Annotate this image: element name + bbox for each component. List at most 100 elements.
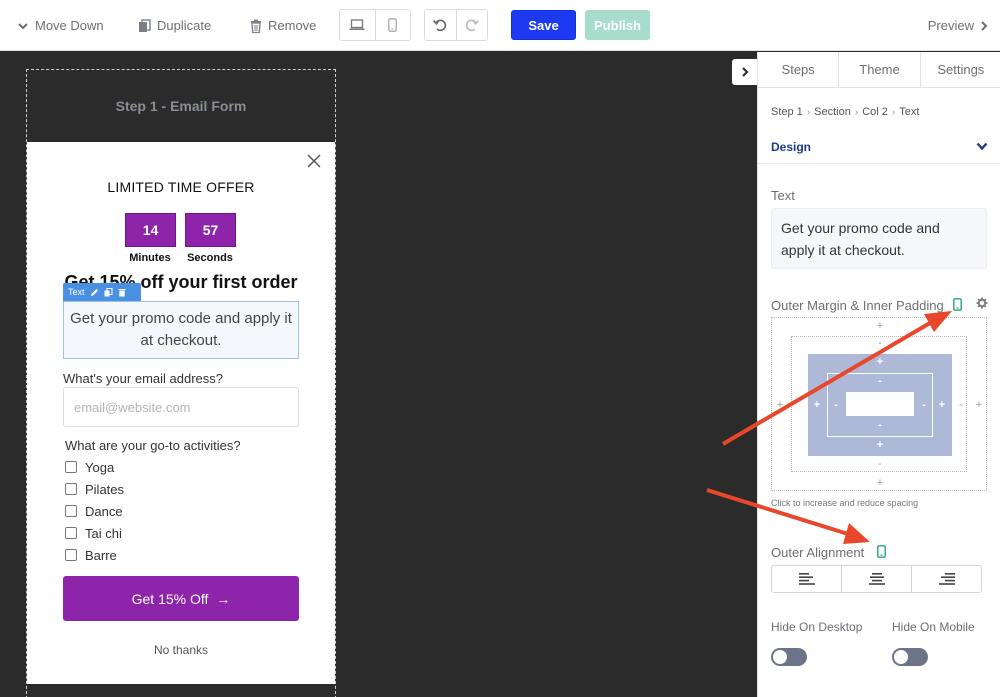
tab-settings[interactable]: Settings xyxy=(919,52,1000,87)
hide-mobile-toggle[interactable] xyxy=(892,648,928,666)
align-center-icon xyxy=(868,573,885,585)
popup-form: LIMITED TIME OFFER 14 57 Minutes Seconds… xyxy=(27,142,335,684)
margin-right-increase[interactable]: + xyxy=(974,400,984,411)
activity-label: Dance xyxy=(85,503,123,519)
move-down-button[interactable]: Move Down xyxy=(17,0,104,51)
padding-left-increase[interactable]: + xyxy=(812,400,822,411)
align-left-button[interactable] xyxy=(772,566,841,592)
timer-minutes: 14 xyxy=(125,213,176,247)
publish-button[interactable]: Publish xyxy=(585,10,650,40)
margin-left-increase[interactable]: + xyxy=(775,400,785,411)
collapse-panel-button[interactable] xyxy=(732,59,758,85)
chevron-right-icon: › xyxy=(891,106,896,118)
activity-option[interactable]: Dance xyxy=(65,503,123,519)
alignment-label: Outer Alignment xyxy=(771,545,865,560)
arrow-right-icon: → xyxy=(216,590,231,607)
gear-icon[interactable] xyxy=(976,297,988,309)
duplicate-button[interactable]: Duplicate xyxy=(138,0,211,51)
trash-icon[interactable] xyxy=(118,288,126,297)
duplicate-icon xyxy=(139,18,151,32)
design-section-toggle[interactable]: Design xyxy=(758,130,1000,164)
pencil-icon[interactable] xyxy=(90,288,99,297)
chevron-down-icon xyxy=(18,22,28,29)
text-element-toolbar: Text xyxy=(63,283,141,301)
breadcrumb: Step 1 › Section › Col 2 › Text xyxy=(771,106,919,118)
cta-label: Get 15% Off xyxy=(131,590,209,607)
padding-bottom-decrease[interactable]: - xyxy=(875,420,885,431)
padding-right-decrease[interactable]: - xyxy=(919,400,929,411)
preview-label: Preview xyxy=(927,18,974,33)
email-label: What's your email address? xyxy=(63,371,223,386)
hide-desktop-toggle[interactable] xyxy=(771,648,807,666)
text-field[interactable]: Get your promo code and apply it at chec… xyxy=(771,208,987,269)
spacing-editor: + - - + + + - + - - + + - - + xyxy=(771,317,987,491)
tab-theme[interactable]: Theme xyxy=(838,52,919,87)
breadcrumb-item[interactable]: Section xyxy=(814,106,851,118)
history-controls xyxy=(424,9,488,41)
top-toolbar: Move Down Duplicate Remove Save Publish … xyxy=(0,0,1000,51)
activity-option[interactable]: Yoga xyxy=(65,459,114,475)
breadcrumb-item[interactable]: Col 2 xyxy=(862,106,888,118)
margin-top-increase[interactable]: + xyxy=(875,321,885,332)
activities-label: What are your go-to activities? xyxy=(65,438,241,453)
activity-label: Tai chi xyxy=(85,525,122,541)
activity-option[interactable]: Pilates xyxy=(65,481,124,497)
margin-right-decrease[interactable]: - xyxy=(956,400,966,411)
close-button[interactable] xyxy=(307,154,321,173)
checkbox[interactable] xyxy=(65,549,77,561)
activity-option[interactable]: Barre xyxy=(65,547,117,563)
margin-top-decrease[interactable]: - xyxy=(875,338,885,349)
offer-title: LIMITED TIME OFFER xyxy=(107,179,255,195)
tab-steps[interactable]: Steps xyxy=(758,52,838,87)
undo-icon xyxy=(433,19,447,32)
remove-button[interactable]: Remove xyxy=(250,0,316,51)
preview-button[interactable]: Preview xyxy=(928,0,988,51)
margin-bottom-increase[interactable]: + xyxy=(875,478,885,489)
phone-icon[interactable] xyxy=(953,298,962,311)
selected-text-block[interactable]: Get your promo code and apply it at chec… xyxy=(63,301,299,359)
copy-icon[interactable] xyxy=(104,287,113,297)
padding-bottom-increase[interactable]: + xyxy=(875,440,885,451)
activity-option[interactable]: Tai chi xyxy=(65,525,122,541)
spacing-hint: Click to increase and reduce spacing xyxy=(771,498,919,508)
checkbox[interactable] xyxy=(65,483,77,495)
minutes-label: Minutes xyxy=(129,252,171,264)
save-button[interactable]: Save xyxy=(511,10,576,40)
mobile-view-button[interactable] xyxy=(374,10,411,40)
checkbox[interactable] xyxy=(65,505,77,517)
settings-panel: Steps Theme Settings Step 1 › Section › … xyxy=(757,52,1000,697)
padding-top-increase[interactable]: + xyxy=(875,357,885,368)
alignment-buttons xyxy=(771,565,982,593)
seconds-label: Seconds xyxy=(187,252,233,264)
breadcrumb-item[interactable]: Step 1 xyxy=(771,106,803,118)
align-center-button[interactable] xyxy=(841,566,911,592)
chevron-down-icon xyxy=(976,142,988,151)
breadcrumb-item[interactable]: Text xyxy=(899,106,919,118)
padding-left-decrease[interactable]: - xyxy=(831,400,841,411)
hide-mobile-label: Hide On Mobile xyxy=(892,620,975,634)
chevron-right-icon xyxy=(742,67,749,77)
undo-button[interactable] xyxy=(425,10,456,40)
phone-icon[interactable] xyxy=(877,545,886,558)
checkbox[interactable] xyxy=(65,461,77,473)
margin-bottom-decrease[interactable]: - xyxy=(875,459,885,470)
step-title: Step 1 - Email Form xyxy=(27,70,335,142)
email-input[interactable]: email@website.com xyxy=(63,387,299,427)
redo-button[interactable] xyxy=(455,10,488,40)
text-tag-label: Text xyxy=(68,287,85,297)
align-right-button[interactable] xyxy=(911,566,981,592)
desktop-view-button[interactable] xyxy=(340,10,375,40)
checkbox[interactable] xyxy=(65,527,77,539)
trash-icon xyxy=(251,19,261,33)
no-thanks-link[interactable]: No thanks xyxy=(27,643,335,657)
cta-button[interactable]: Get 15% Off → xyxy=(63,576,299,621)
align-left-icon xyxy=(798,573,815,585)
duplicate-label: Duplicate xyxy=(157,18,212,33)
close-icon xyxy=(307,154,321,168)
activity-label: Pilates xyxy=(85,481,125,497)
padding-right-increase[interactable]: + xyxy=(937,400,947,411)
text-field-label: Text xyxy=(771,188,795,203)
step-frame: Step 1 - Email Form LIMITED TIME OFFER 1… xyxy=(26,69,336,697)
editor-canvas: Step 1 - Email Form LIMITED TIME OFFER 1… xyxy=(0,52,757,697)
padding-top-decrease[interactable]: - xyxy=(875,376,885,387)
